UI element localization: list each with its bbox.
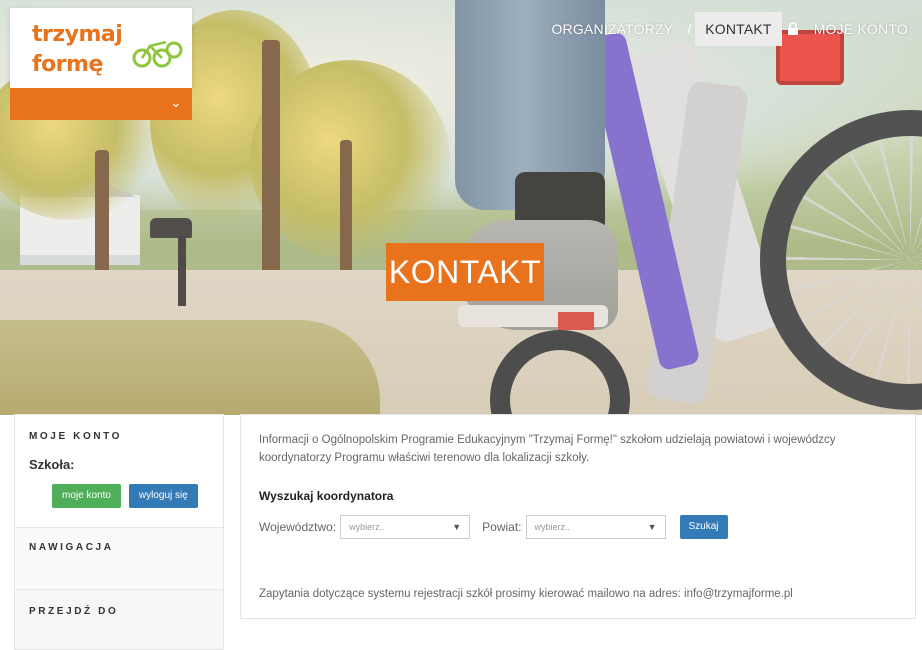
chevron-down-icon: ⌄ xyxy=(170,94,182,110)
search-coordinator-title: Wyszukaj koordynatora xyxy=(259,489,394,503)
nav-separator: / xyxy=(687,21,692,37)
nav-moje-konto[interactable]: MOJE KONTO xyxy=(804,12,918,46)
voivodeship-select[interactable]: wybierz.. ▼ xyxy=(340,515,471,539)
navigation-heading: NAWIGACJA xyxy=(29,542,114,553)
lock-icon xyxy=(787,22,798,35)
logout-button[interactable]: wyloguj się xyxy=(128,484,198,508)
county-select[interactable]: wybierz.. ▼ xyxy=(525,515,666,539)
sidebar: MOJE KONTO Szkoła: moje konto wyloguj si… xyxy=(14,414,224,650)
voivodeship-select-value: wybierz.. xyxy=(349,522,385,532)
goto-panel: PRZEJDŹ DO xyxy=(14,590,224,650)
my-account-button[interactable]: moje konto xyxy=(52,484,121,508)
county-select-value: wybierz.. xyxy=(534,522,571,532)
logo-menu-toggle[interactable]: ⌄ xyxy=(10,88,192,120)
account-heading: MOJE KONTO xyxy=(29,431,123,442)
bicycle-icon xyxy=(132,40,183,68)
coordinator-search-form: Województwo: wybierz.. ▼ Powiat: wybierz… xyxy=(259,515,897,539)
logo-text-line2: formę xyxy=(32,52,103,77)
page-title: KONTAKT xyxy=(386,243,544,301)
contact-email-note: Zapytania dotyczące systemu rejestracji … xyxy=(259,588,793,600)
nav-organizatorzy[interactable]: ORGANIZATORZY xyxy=(541,12,683,46)
goto-heading[interactable]: PRZEJDŹ DO xyxy=(29,606,209,617)
logo-text-line1: trzymaj xyxy=(32,22,123,47)
account-panel: MOJE KONTO Szkoła: moje konto wyloguj si… xyxy=(14,414,224,528)
voivodeship-label: Województwo: xyxy=(259,520,337,534)
nav-kontakt[interactable]: KONTAKT xyxy=(695,12,782,46)
navigation-panel: NAWIGACJA xyxy=(14,528,224,590)
site-logo[interactable]: trzymaj formę xyxy=(10,8,192,88)
school-label: Szkoła: xyxy=(29,457,75,472)
chevron-down-icon: ▼ xyxy=(647,522,657,532)
search-button[interactable]: Szukaj xyxy=(679,515,728,539)
contact-content: Informacji o Ogólnopolskim Programie Edu… xyxy=(240,414,916,619)
top-navigation: ORGANIZATORZY / KONTAKT MOJE KONTO xyxy=(541,12,918,46)
county-label: Powiat: xyxy=(482,520,522,534)
account-buttons: moje konto wyloguj się xyxy=(29,484,209,508)
chevron-down-icon: ▼ xyxy=(452,522,462,532)
intro-text: Informacji o Ogólnopolskim Programie Edu… xyxy=(259,434,836,464)
